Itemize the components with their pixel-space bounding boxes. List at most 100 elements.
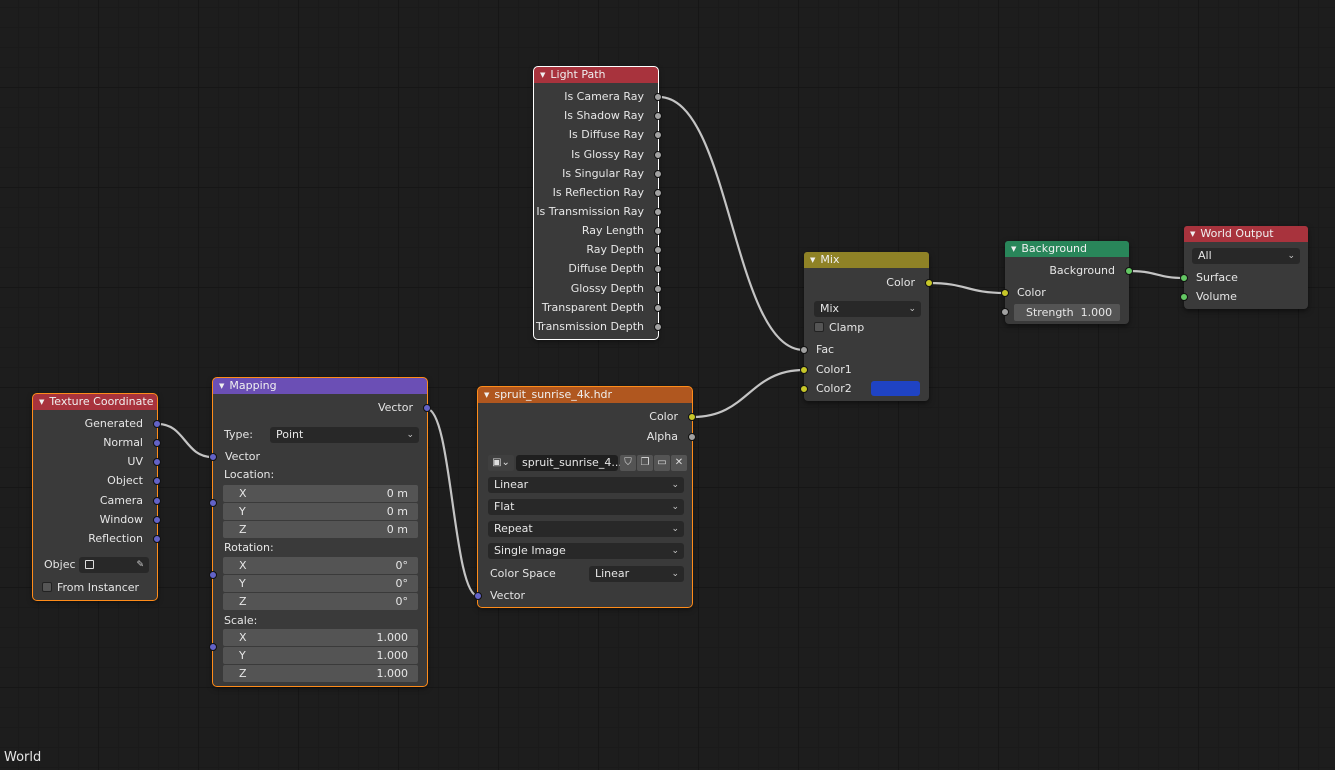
socket[interactable] [654,208,662,216]
image-name-field[interactable]: spruit_sunrise_4... [516,455,622,471]
socket[interactable] [423,404,431,412]
chevron-down-icon: ⌄ [671,502,679,512]
socket[interactable] [654,304,662,312]
socket[interactable] [1180,293,1188,301]
socket[interactable] [654,131,662,139]
checkbox-box[interactable] [42,582,52,592]
socket[interactable] [153,458,161,466]
socket[interactable] [654,151,662,159]
socket[interactable] [688,433,696,441]
socket[interactable] [153,516,161,524]
source-dropdown[interactable]: Single Image ⌄ [488,543,684,559]
close-icon[interactable]: ✕ [671,455,687,471]
blend-type-dropdown[interactable]: Mix ⌄ [814,301,921,317]
image-browse-icon[interactable]: ▣⌄ [488,455,514,471]
strength-field[interactable]: Strength 1.000 [1014,304,1120,321]
socket[interactable] [800,366,808,374]
node-header[interactable]: ▼ Background [1005,241,1129,257]
link-generated-to-vector[interactable] [156,422,214,459]
socket[interactable] [925,279,933,287]
socket[interactable] [153,420,161,428]
node-header[interactable]: ▼ Texture Coordinate [33,394,157,410]
socket[interactable] [800,385,808,393]
node-mapping[interactable]: ▼ Mapping Vector Type: Point ⌄ Vector Loca… [209,377,431,687]
rotation-socket[interactable] [209,571,217,579]
collapse-arrow-icon[interactable]: ▼ [1190,226,1195,242]
node-title: World Output [1200,227,1274,240]
link-vector-to-vector[interactable] [425,407,480,598]
socket[interactable] [654,285,662,293]
strength-socket[interactable] [1001,308,1009,316]
node-background[interactable]: ▼ Background Background Color Strength 1.… [1001,241,1133,324]
output-ray-length: Ray Length [534,222,662,240]
location-z-field[interactable]: Z0 m [223,521,418,538]
socket[interactable] [654,265,662,273]
node-mix[interactable]: ▼ Mix Color Mix ⌄ Clamp Fac Color1 Color2 [800,252,933,401]
socket[interactable] [688,413,696,421]
node-header[interactable]: ▼ World Output [1184,226,1308,242]
scale-z-field[interactable]: Z 1.000 [223,665,418,682]
color2-swatch[interactable] [871,381,920,396]
socket[interactable] [153,439,161,447]
node-header[interactable]: ▼ Mix [804,252,929,268]
socket[interactable] [474,592,482,600]
node-world-output[interactable]: ▼ World Output All ⌄ Surface Volume [1180,226,1308,309]
target-dropdown[interactable]: All ⌄ [1192,248,1300,264]
mapping-type-dropdown[interactable]: Point ⌄ [270,427,419,443]
collapse-arrow-icon[interactable]: ▼ [219,378,224,394]
node-header[interactable]: ▼ Light Path [534,67,658,83]
link-color-to-color1[interactable] [691,368,806,419]
socket[interactable] [654,170,662,178]
scale-y-field[interactable]: Y 1.000 [223,647,418,664]
collapse-arrow-icon[interactable]: ▼ [810,252,815,268]
socket[interactable] [153,497,161,505]
socket[interactable] [654,189,662,197]
open-folder-icon[interactable]: ▭ [654,455,670,471]
eyedropper-icon[interactable]: ✎ [136,557,144,573]
socket[interactable] [654,323,662,331]
socket[interactable] [654,246,662,254]
socket[interactable] [1125,267,1133,275]
node-header[interactable]: ▼ spruit_sunrise_4k.hdr [478,387,692,403]
node-header[interactable]: ▼ Mapping [213,378,427,394]
collapse-arrow-icon[interactable]: ▼ [484,387,489,403]
node-texture-coordinate[interactable]: ▼ Texture Coordinate Generated Normal UV … [32,393,161,601]
projection-dropdown[interactable]: Flat ⌄ [488,499,684,515]
socket[interactable] [209,453,217,461]
rotation-z-field[interactable]: Z 0° [223,593,418,610]
collapse-arrow-icon[interactable]: ▼ [39,394,44,410]
color-space-dropdown[interactable]: Linear ⌄ [589,566,684,582]
socket[interactable] [654,93,662,101]
object-picker[interactable]: ✎ [79,557,149,573]
scale-socket[interactable] [209,643,217,651]
collapse-arrow-icon[interactable]: ▼ [540,67,545,83]
chevron-down-icon: ⌄ [406,430,414,440]
socket[interactable] [654,227,662,235]
interpolation-dropdown[interactable]: Linear ⌄ [488,477,684,493]
duplicate-icon[interactable]: ❐ [637,455,653,471]
location-x-field[interactable]: X0 m [223,485,418,502]
output-is-diffuse-ray: Is Diffuse Ray [534,126,662,144]
extension-dropdown[interactable]: Repeat ⌄ [488,521,684,537]
scale-x-field[interactable]: X 1.000 [223,629,418,646]
link-background-to-surface[interactable] [1127,269,1186,280]
link-mix-color-to-bg-color[interactable] [927,281,1007,295]
rotation-y-field[interactable]: Y 0° [223,575,418,592]
location-y-field[interactable]: Y0 m [223,503,418,520]
checkbox-box[interactable] [814,322,824,332]
location-socket[interactable] [209,499,217,507]
socket[interactable] [153,477,161,485]
node-environment-texture[interactable]: ▼ spruit_sunrise_4k.hdr Color Alpha ▣⌄ sp… [474,386,696,608]
rotation-x-field[interactable]: X 0° [223,557,418,574]
socket[interactable] [153,535,161,543]
clamp-checkbox[interactable]: Clamp [814,320,864,336]
collapse-arrow-icon[interactable]: ▼ [1011,241,1016,257]
from-instancer-checkbox[interactable]: From Instancer [42,580,139,596]
socket[interactable] [800,346,808,354]
node-light-path[interactable]: ▼ Light Path Is Camera Ray Is Shadow Ray … [533,66,662,340]
link-camera-ray-to-fac[interactable] [657,95,806,352]
fake-user-shield-icon[interactable]: ⛉ [620,455,636,471]
socket[interactable] [654,112,662,120]
socket[interactable] [1001,289,1009,297]
socket[interactable] [1180,274,1188,282]
